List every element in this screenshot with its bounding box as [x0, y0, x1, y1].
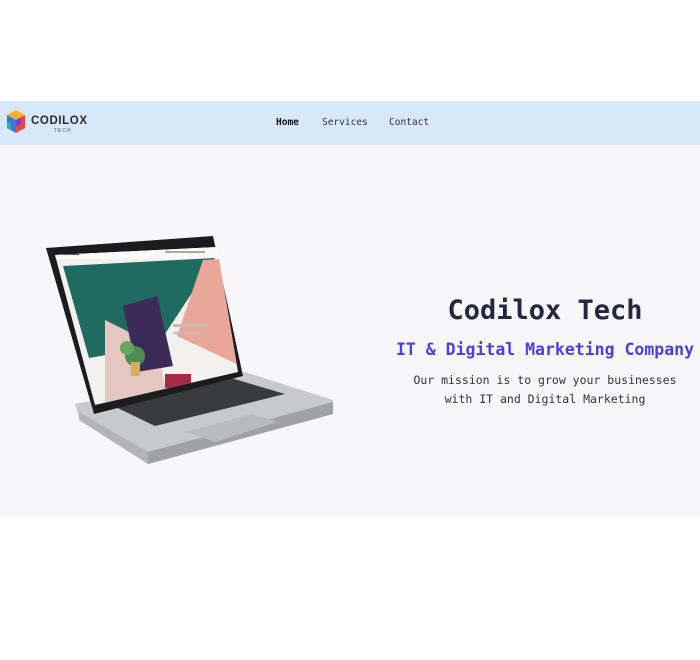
nav-services[interactable]: Services — [322, 117, 368, 129]
hero-mission-line1: Our mission is to grow your businesses — [413, 373, 677, 387]
hero-title: Codilox Tech — [447, 295, 643, 326]
navbar: CODILOX TECH Home Services Contact — [0, 101, 700, 145]
brand-logo[interactable]: CODILOX TECH — [5, 108, 95, 138]
laptop-mockup-image — [46, 236, 333, 464]
hero-subtitle: IT & Digital Marketing Company — [395, 340, 694, 359]
hero-mission-line2: with IT and Digital Marketing — [444, 392, 646, 406]
brand-tagline: TECH — [54, 128, 72, 134]
hero-section: Codilox Tech IT & Digital Marketing Comp… — [0, 145, 700, 517]
logo-cube-icon — [7, 110, 25, 133]
nav-home[interactable]: Home — [276, 117, 299, 129]
hero-mission: Our mission is to grow your businesses w… — [360, 371, 700, 409]
nav-contact[interactable]: Contact — [389, 117, 429, 129]
brand-name: CODILOX — [31, 115, 88, 127]
